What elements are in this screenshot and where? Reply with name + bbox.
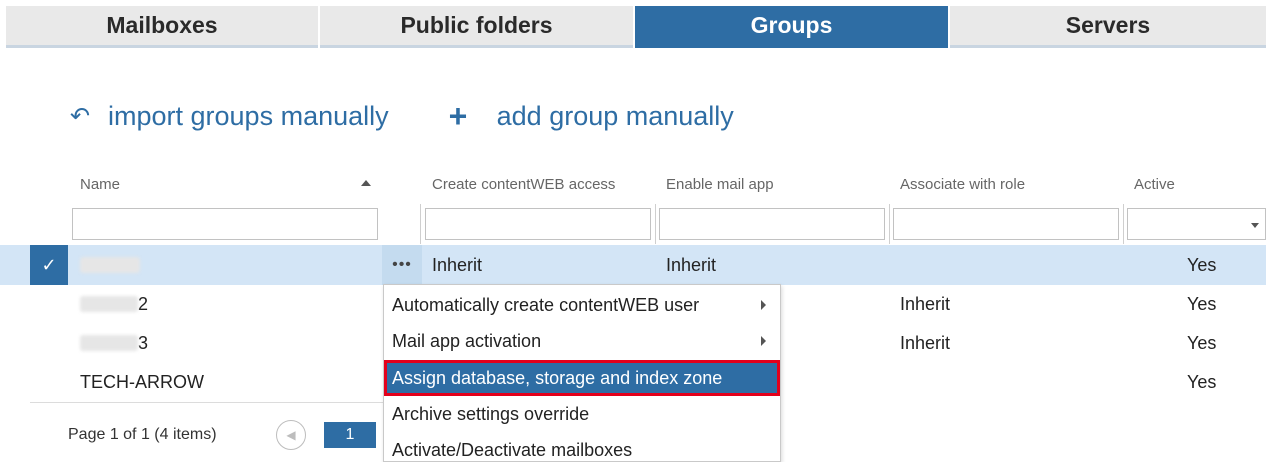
import-groups-label: import groups manually [108, 101, 389, 131]
column-header-name[interactable]: Name [80, 176, 120, 193]
import-groups-button[interactable]: ↶ import groups manually [70, 101, 389, 132]
menu-item-auto-create-user[interactable]: Automatically create contentWEB user [384, 287, 780, 323]
create-access-filter-input[interactable] [425, 208, 651, 240]
row-create-access-cell: Inherit [432, 254, 483, 275]
tab-bar: Mailboxes Public folders Groups Servers [6, 6, 1266, 48]
menu-item-mail-app-activation[interactable]: Mail app activation [384, 323, 780, 359]
sort-ascending-icon[interactable] [361, 180, 371, 186]
redacted-name [80, 257, 140, 273]
column-divider [1123, 204, 1124, 244]
row-active-cell: Yes [1187, 371, 1217, 392]
role-filter-input[interactable] [893, 208, 1119, 240]
column-header-associate-role[interactable]: Associate with role [900, 176, 1025, 193]
menu-item-activate-deactivate[interactable]: Activate/Deactivate mailboxes [384, 432, 780, 462]
previous-page-icon[interactable]: ◀ [276, 420, 306, 450]
row-active-cell: Yes [1187, 254, 1217, 275]
row-active-cell: Yes [1187, 332, 1217, 353]
column-divider [420, 204, 421, 244]
active-filter-select[interactable] [1127, 208, 1266, 240]
row-name-cell: 3 [80, 323, 148, 363]
footer-divider [30, 402, 390, 403]
table-row[interactable]: ✓ ••• Inherit Inherit Yes [0, 245, 1266, 285]
add-group-label: add group manually [496, 101, 734, 131]
row-name-cell [80, 245, 140, 285]
tab-mailboxes[interactable]: Mailboxes [6, 6, 318, 48]
tab-groups[interactable]: Groups [635, 6, 948, 48]
row-active-cell: Yes [1187, 293, 1217, 314]
row-context-menu: Automatically create contentWEB user Mai… [383, 284, 781, 462]
submenu-arrow-icon [761, 336, 766, 346]
column-divider [655, 204, 656, 244]
page-number-button[interactable]: 1 [324, 422, 376, 448]
row-menu-button[interactable]: ••• [382, 245, 422, 285]
menu-item-archive-settings-override[interactable]: Archive settings override [384, 396, 780, 432]
column-divider [889, 204, 890, 244]
row-name-cell: 2 [80, 284, 148, 324]
column-header-active[interactable]: Active [1134, 176, 1175, 193]
menu-item-assign-database[interactable]: Assign database, storage and index zone [384, 360, 780, 396]
undo-arrow-icon: ↶ [70, 103, 91, 130]
checkmark-icon[interactable]: ✓ [30, 245, 68, 285]
plus-icon: + [448, 98, 468, 134]
tab-servers[interactable]: Servers [950, 6, 1266, 48]
enable-mail-app-filter-input[interactable] [659, 208, 885, 240]
redacted-name [80, 335, 138, 351]
name-filter-input[interactable] [72, 208, 378, 240]
submenu-arrow-icon [761, 300, 766, 310]
action-bar: ↶ import groups manually + add group man… [70, 98, 734, 135]
redacted-name [80, 296, 138, 312]
row-role-cell: Inherit [900, 293, 951, 314]
tab-public-folders[interactable]: Public folders [320, 6, 633, 48]
row-role-cell: Inherit [900, 332, 951, 353]
column-header-create-access[interactable]: Create contentWEB access [432, 176, 615, 193]
add-group-button[interactable]: + add group manually [449, 98, 734, 135]
pager-summary: Page 1 of 1 (4 items) [68, 426, 217, 443]
row-name-cell: TECH-ARROW [80, 371, 204, 392]
row-enable-mail-app-cell: Inherit [666, 254, 717, 275]
column-header-enable-mail-app[interactable]: Enable mail app [666, 176, 774, 193]
